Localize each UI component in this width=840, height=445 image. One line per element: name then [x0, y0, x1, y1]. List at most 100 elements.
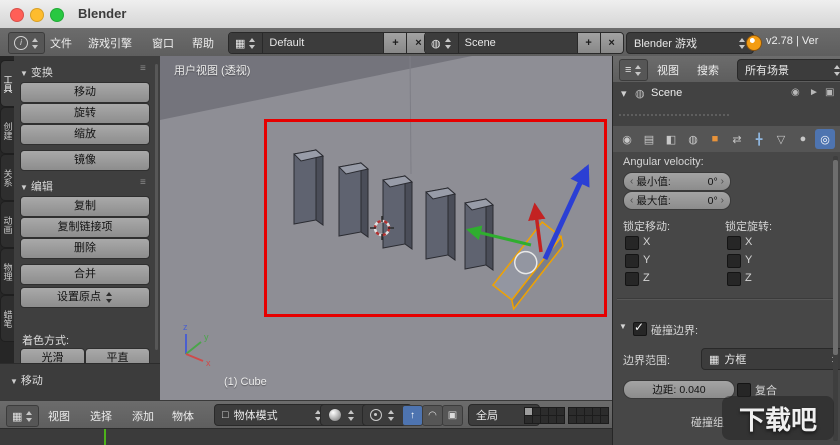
mirror-button[interactable]: 镜像 [20, 150, 150, 171]
manipulator-scale-toggle[interactable]: ▣ [442, 405, 463, 426]
tab-object[interactable]: ■ [705, 129, 725, 149]
view-name-label: 用户视图 (透视) [174, 65, 251, 77]
translate-button[interactable]: 移动 [20, 82, 150, 103]
join-button[interactable]: 合并 [20, 264, 150, 285]
layer-toggle[interactable] [600, 415, 609, 424]
tab-grease-pencil[interactable]: 蜡笔 [0, 295, 15, 342]
scale-button[interactable]: 缩放 [20, 124, 150, 145]
menu-help[interactable]: 帮助 [192, 35, 214, 51]
collision-bounds-checkbox[interactable]: ✓ [633, 320, 647, 336]
menu-object[interactable]: 物体 [172, 408, 194, 424]
add-scene-button[interactable]: + [577, 33, 601, 53]
toolshelf-scrollbar[interactable] [155, 64, 158, 350]
tab-create[interactable]: 创建 [0, 107, 15, 154]
set-origin-menu[interactable]: 设置原点 [20, 287, 150, 308]
outliner-item-scene[interactable]: Scene [651, 87, 682, 99]
minimize-window-button[interactable] [30, 8, 44, 22]
layer-toggle[interactable] [556, 415, 565, 424]
grid-icon: ▦ [12, 410, 23, 423]
area-divider[interactable] [612, 56, 613, 445]
screen-layout-name[interactable]: Default [263, 33, 385, 53]
3d-viewport[interactable]: z y x 用户视图 (透视) (1) Cube [160, 56, 612, 400]
tab-physics[interactable]: ◎ [815, 129, 835, 149]
screen-layout-icon-segment[interactable]: ▦ [229, 33, 264, 53]
rotate-button[interactable]: 旋转 [20, 103, 150, 124]
properties-tabs: ◉ ▤ ◧ ◍ ■ ⇄ ╋ ▽ ● ◎ [612, 126, 840, 153]
compound-checkbox[interactable] [737, 383, 751, 397]
decrement-arrow-icon[interactable]: ‹ [630, 176, 633, 187]
editor-type-button-outliner[interactable]: ≡ [619, 59, 649, 81]
lock-rot-x-checkbox[interactable] [727, 236, 741, 250]
toolshelf-tabs: 工具 创建 关系 动画 物理 蜡笔 [0, 56, 15, 363]
blender-logo [746, 35, 762, 51]
lock-rot-z-checkbox[interactable] [727, 272, 741, 286]
menu-outliner-search[interactable]: 搜索 [697, 62, 719, 78]
panel-header-edit[interactable]: ▼ 编辑 [20, 178, 53, 194]
disclosure-icon[interactable]: ▾ [621, 87, 627, 100]
manipulator-translate-toggle[interactable]: ↑ [402, 405, 423, 426]
tab-scene[interactable]: ◧ [661, 129, 681, 149]
tab-render-layers[interactable]: ▤ [639, 129, 659, 149]
manipulator-rotate-toggle[interactable]: ◠ [422, 405, 443, 426]
select-icon[interactable]: ► [809, 87, 819, 98]
close-scene-button[interactable]: × [600, 33, 623, 53]
lock-rot-y-checkbox[interactable] [727, 254, 741, 268]
close-window-button[interactable] [10, 8, 24, 22]
duplicate-linked-button[interactable]: 复制链接项 [20, 217, 150, 238]
delete-button[interactable]: 删除 [20, 238, 150, 259]
menu-game-engine[interactable]: 游戏引擎 [88, 35, 132, 51]
add-layout-button[interactable]: + [384, 33, 408, 53]
bounds-type-select[interactable]: ▦ 方框 [701, 348, 840, 370]
eye-icon[interactable]: ◉ [791, 87, 800, 98]
increment-arrow-icon[interactable]: › [721, 195, 724, 206]
chevron-updown-icon [738, 37, 746, 49]
playhead [104, 429, 106, 445]
collision-group-label: 碰撞组 [691, 417, 724, 429]
duplicate-button[interactable]: 复制 [20, 196, 150, 217]
angular-velocity-max-field[interactable]: ‹ 最大值: 0° › [623, 191, 731, 210]
lock-move-z-checkbox[interactable] [625, 272, 639, 286]
lock-move-x-checkbox[interactable] [625, 236, 639, 250]
tab-render[interactable]: ◉ [617, 129, 637, 149]
menu-view[interactable]: 视图 [48, 408, 70, 424]
angular-velocity-min-field[interactable]: ‹ 最小值: 0° › [623, 172, 731, 191]
tab-world[interactable]: ◍ [683, 129, 703, 149]
menu-outliner-view[interactable]: 视图 [657, 62, 679, 78]
tab-animation[interactable]: 动画 [0, 201, 15, 248]
redo-panel-header[interactable]: ▼ 移动 [10, 372, 43, 388]
menu-window[interactable]: 窗口 [152, 35, 174, 51]
zoom-window-button[interactable] [50, 8, 64, 22]
render-restrict-icon[interactable]: ▣ [825, 87, 834, 98]
titlebar: Blender [0, 0, 840, 29]
menu-file[interactable]: 文件 [50, 35, 72, 51]
panel-header-transform[interactable]: ▼ 变换 [20, 64, 53, 80]
increment-arrow-icon[interactable]: › [721, 176, 724, 187]
scale-manipulator-icon: ▣ [447, 410, 458, 421]
tab-material[interactable]: ● [793, 129, 813, 149]
editor-type-button-3dview[interactable]: ▦ [6, 405, 40, 427]
scene-name[interactable]: Scene [458, 33, 578, 53]
decrement-arrow-icon[interactable]: ‹ [630, 195, 633, 206]
bounds-value: 方框 [724, 354, 747, 366]
menu-select[interactable]: 选择 [90, 408, 112, 424]
collapse-icon[interactable]: ▼ [619, 322, 627, 331]
render-engine-select[interactable]: Blender 游戏 [626, 32, 754, 54]
tab-relations[interactable]: 关系 [0, 154, 15, 201]
tool-shelf: ▼ 变换 ≡ 移动 旋转 缩放 镜像 ▼ 编辑 ≡ 复制 复制链接项 删除 合并 设… [14, 56, 161, 369]
timeline-strip[interactable] [0, 428, 612, 445]
tab-modifiers[interactable]: ╋ [749, 129, 769, 149]
editor-type-button-info[interactable]: i [8, 32, 45, 54]
constraints-icon: ⇄ [732, 133, 742, 146]
tab-constraints[interactable]: ⇄ [727, 129, 747, 149]
tab-data[interactable]: ▽ [771, 129, 791, 149]
tab-tools[interactable]: 工具 [0, 60, 15, 107]
lock-move-y-checkbox[interactable] [625, 254, 639, 268]
properties-scrollbar-thumb[interactable] [833, 160, 838, 355]
scene-icon-segment[interactable]: ◍ [425, 33, 459, 53]
collision-bounds-header[interactable]: 碰撞边界: [651, 322, 698, 338]
mode-select[interactable]: □ 物体模式 [214, 404, 330, 426]
outliner-display-filter[interactable]: 所有场景 [737, 59, 840, 81]
menu-add[interactable]: 添加 [132, 408, 154, 424]
margin-field[interactable]: 边距: 0.040 [623, 380, 735, 399]
tab-physics[interactable]: 物理 [0, 248, 15, 295]
